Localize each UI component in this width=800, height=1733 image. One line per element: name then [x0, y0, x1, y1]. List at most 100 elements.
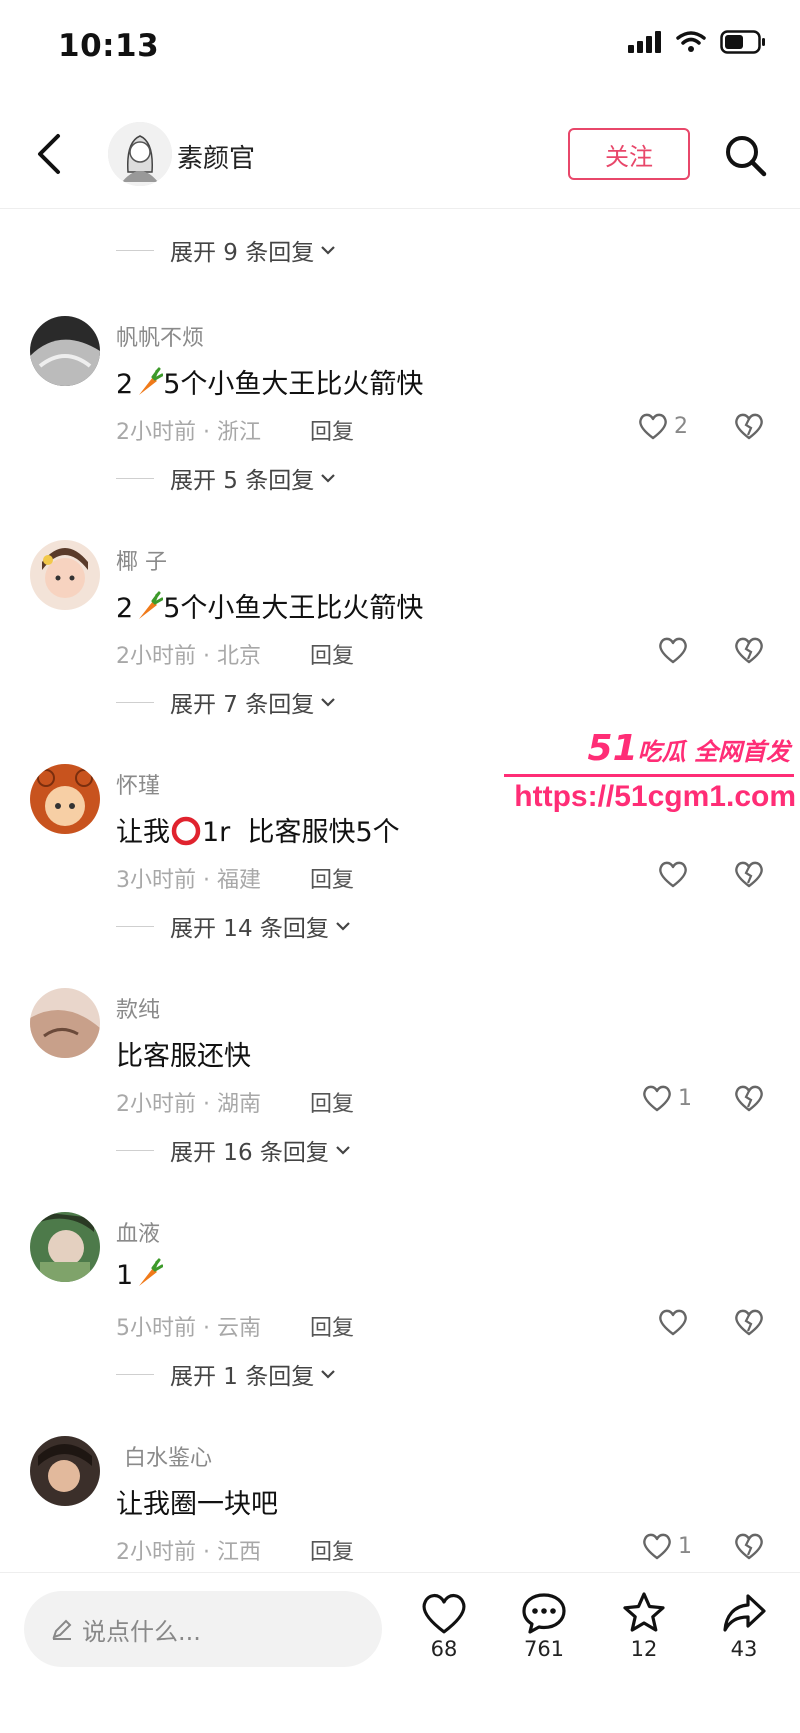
commenter-name[interactable]: 白水鉴心: [124, 1440, 212, 1472]
expand-replies-label: 展开 1 条回复: [170, 1364, 315, 1390]
commenter-name[interactable]: 怀瑾: [116, 768, 160, 800]
like-button[interactable]: 1: [642, 1084, 692, 1112]
broken-heart-icon[interactable]: [734, 636, 764, 664]
avatar[interactable]: [30, 764, 100, 834]
comment-item: 血液 1 5小时前 · 云南 回复 展开 1 条回复: [0, 1212, 800, 1412]
comment-time-location: 2小时前 · 浙江: [116, 420, 261, 445]
comment-text-part: 2: [116, 593, 134, 624]
heart-icon: [659, 637, 687, 664]
heart-icon: [639, 413, 667, 440]
comment-item: 白水鉴心 让我圈一块吧 2小时前 · 江西 回复 1: [0, 1436, 800, 1572]
like-post-button[interactable]: 68: [404, 1591, 484, 1661]
broken-heart-icon[interactable]: [734, 1532, 764, 1560]
battery-icon: [720, 30, 765, 54]
chevron-down-icon: [321, 246, 336, 255]
carrot-icon: [139, 1258, 164, 1286]
red-circle-icon: [171, 816, 201, 846]
expand-replies-label: 展开 14 条回复: [170, 916, 329, 942]
status-bar: 10:13: [0, 0, 800, 100]
comment-text: 2 5个小鱼大王比火箭快: [116, 586, 423, 625]
comment-text: 让我圈一块吧: [116, 1482, 278, 1521]
comment-time-location: 2小时前 · 江西: [116, 1540, 261, 1565]
expand-replies[interactable]: 展开 9 条回复: [116, 234, 336, 266]
heart-icon: [659, 1309, 687, 1336]
comment-text-part: 2: [116, 369, 134, 400]
divider: [116, 701, 154, 703]
chevron-down-icon: [321, 1370, 336, 1379]
like-count: 68: [430, 1637, 458, 1661]
reply-button[interactable]: 回复: [310, 1534, 354, 1566]
watermark-overlay: 51吃瓜 全网首发 https://51cgm1.com: [500, 728, 800, 824]
reply-button[interactable]: 回复: [310, 638, 354, 670]
share-count: 43: [730, 1637, 758, 1661]
avatar[interactable]: [30, 988, 100, 1058]
divider: [116, 1373, 154, 1375]
heart-icon: [422, 1593, 466, 1634]
expand-replies[interactable]: 展开 1 条回复: [116, 1358, 336, 1390]
comment-text-part: 5个小鱼大王比火箭快: [163, 593, 424, 624]
comment-bubble-icon: [522, 1593, 566, 1634]
heart-icon: [643, 1085, 671, 1112]
comment-item: 款纯 比客服还快 2小时前 · 湖南 回复 1 展开 16 条回复: [0, 988, 800, 1188]
comment-post-button[interactable]: 761: [504, 1591, 584, 1661]
comment-time-location: 2小时前 · 北京: [116, 644, 261, 669]
comment-time-location: 2小时前 · 湖南: [116, 1092, 261, 1117]
favorite-post-button[interactable]: 12: [604, 1591, 684, 1661]
expand-replies-label: 展开 5 条回复: [170, 468, 315, 494]
like-button[interactable]: 2: [638, 412, 688, 440]
chevron-down-icon: [321, 698, 336, 707]
author-avatar[interactable]: [108, 122, 172, 186]
like-button[interactable]: [658, 1308, 688, 1336]
divider: [116, 1149, 154, 1151]
avatar[interactable]: [30, 316, 100, 386]
like-button[interactable]: [658, 860, 688, 888]
reply-button[interactable]: 回复: [310, 1310, 354, 1342]
like-button[interactable]: [658, 636, 688, 664]
broken-heart-icon[interactable]: [734, 412, 764, 440]
comment-text-part: 5个小鱼大王比火箭快: [163, 369, 424, 400]
reply-button[interactable]: 回复: [310, 862, 354, 894]
expand-replies[interactable]: 展开 14 条回复: [116, 910, 351, 942]
chevron-down-icon: [336, 922, 350, 931]
divider: [116, 477, 154, 479]
carrot-icon: [139, 591, 164, 619]
comment-item: 椰 子 2 5个小鱼大王比火箭快 2小时前 · 北京 回复 展开 7 条回复: [0, 540, 800, 740]
watermark-brand: 51吃瓜 全网首发: [588, 728, 790, 769]
broken-heart-icon[interactable]: [734, 860, 764, 888]
follow-button[interactable]: 关注: [568, 128, 690, 180]
comment-list[interactable]: 展开 9 条回复 帆帆不烦 2 5个小鱼大王比火箭快 2小时前 · 浙江 回复 2…: [0, 208, 800, 1572]
share-post-button[interactable]: 43: [704, 1591, 784, 1661]
expand-replies-label: 展开 16 条回复: [170, 1140, 329, 1166]
bottom-action-bar: 说点什么... 68 761 12 43: [0, 1572, 800, 1733]
back-arrow-icon[interactable]: [30, 130, 70, 178]
broken-heart-icon[interactable]: [734, 1084, 764, 1112]
avatar[interactable]: [30, 1436, 100, 1506]
expand-replies[interactable]: 展开 16 条回复: [116, 1134, 351, 1166]
commenter-name[interactable]: 帆帆不烦: [116, 320, 204, 352]
share-arrow-icon: [723, 1594, 766, 1632]
search-icon[interactable]: [724, 134, 768, 178]
comment-text-part: 1r 比客服快5个: [202, 817, 400, 848]
commenter-name[interactable]: 血液: [116, 1216, 160, 1248]
like-button[interactable]: 1: [642, 1532, 692, 1560]
comment-input[interactable]: 说点什么...: [24, 1591, 382, 1667]
comment-item: 帆帆不烦 2 5个小鱼大王比火箭快 2小时前 · 浙江 回复 2 展开 5 条回复: [0, 316, 800, 516]
comment-text: 比客服还快: [116, 1034, 251, 1073]
author-name[interactable]: 素颜官: [177, 138, 255, 175]
avatar[interactable]: [30, 1212, 100, 1282]
avatar[interactable]: [30, 540, 100, 610]
expand-replies[interactable]: 展开 5 条回复: [116, 462, 336, 494]
comment-text: 2 5个小鱼大王比火箭快: [116, 362, 423, 401]
expand-replies[interactable]: 展开 7 条回复: [116, 686, 336, 718]
reply-button[interactable]: 回复: [310, 414, 354, 446]
status-time: 10:13: [58, 28, 160, 64]
divider: [116, 249, 154, 251]
broken-heart-icon[interactable]: [734, 1308, 764, 1336]
expand-replies-label: 展开 7 条回复: [170, 692, 315, 718]
comment-text-part: 1: [116, 1260, 134, 1291]
wifi-icon: [676, 31, 706, 52]
commenter-name[interactable]: 款纯: [116, 992, 160, 1024]
reply-button[interactable]: 回复: [310, 1086, 354, 1118]
comment-text-part: 比客服还快: [116, 1041, 251, 1072]
commenter-name[interactable]: 椰 子: [116, 544, 167, 576]
